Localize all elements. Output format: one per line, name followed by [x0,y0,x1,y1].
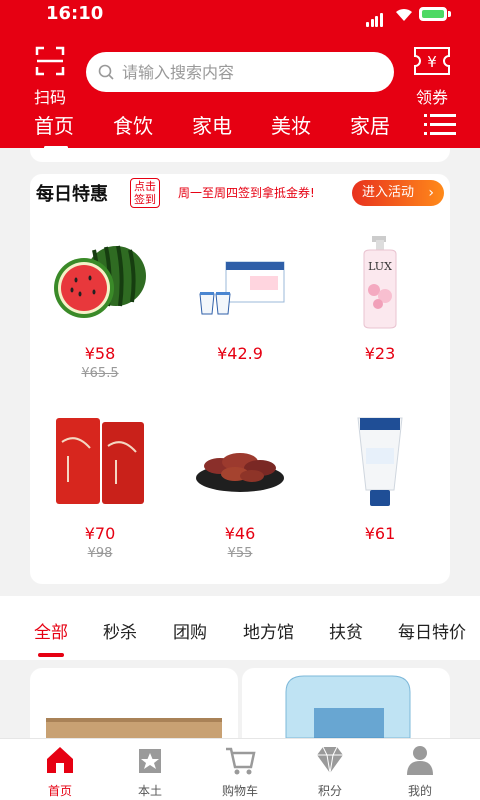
product-price: ¥46 [224,524,256,543]
daily-deals-card: 每日特惠 点击 签到 周一至周四签到拿抵金券! 进入活动 › ¥58 ¥65.5 [30,174,450,584]
water-bottle-image [285,675,411,738]
signal-icon [366,8,384,27]
wifi-icon [396,8,412,21]
tab-flash-sale[interactable]: 秒杀 [103,618,137,643]
scan-label: 扫码 [33,88,66,107]
star-badge-icon [139,749,161,773]
previous-card [30,148,450,162]
checkin-badge[interactable]: 点击 签到 [130,178,160,208]
product-card[interactable]: LUX ¥23 [310,232,450,392]
coupon-icon: ¥ [414,47,450,75]
checkin-promo-text: 周一至周四签到拿抵金券! [178,186,315,200]
nav-home[interactable]: 首页 [20,743,100,799]
coupon-label: 领券 [415,88,448,107]
cart-icon [226,747,256,775]
search-bar[interactable] [86,52,394,92]
category-tab-food[interactable]: 食饮 [113,110,153,139]
scan-button[interactable]: 扫码 [28,46,72,108]
svg-text:¥: ¥ [427,53,437,71]
product-original-price: ¥98 [87,546,113,561]
category-tab-appliance[interactable]: 家电 [192,110,232,139]
nav-cart[interactable]: 购物车 [200,743,280,799]
tea-bag-image [56,418,144,504]
lux-bottle-image: LUX [363,236,397,329]
product-card[interactable] [242,668,450,738]
coupon-button[interactable]: ¥ 领券 [412,46,452,108]
product-price: ¥42.9 [217,344,263,363]
tab-all[interactable]: 全部 [34,618,68,657]
nav-mine[interactable]: 我的 [380,743,460,799]
category-tab-beauty[interactable]: 美妆 [271,110,311,139]
daily-deals-title: 每日特惠 [36,184,108,205]
product-card[interactable]: ¥42.9 [170,232,310,392]
product-price: ¥23 [364,344,396,363]
bottom-navigation: 首页 本土 购物车 积分 我的 [0,738,480,800]
product-original-price: ¥55 [227,546,253,561]
carton-box-image [46,718,222,738]
diamond-icon [317,746,343,774]
product-price: ¥58 [84,344,116,363]
search-icon [98,64,114,80]
cream-tube-image [357,417,403,506]
product-original-price: ¥65.5 [81,366,119,381]
nav-points[interactable]: 积分 [290,743,370,799]
product-filter-tabs: 全部 秒杀 团购 地方馆 扶贫 每日特价 [0,596,480,660]
category-nav: 首页 食饮 家电 美妆 家居 [0,110,480,149]
product-card[interactable]: ¥61 [310,412,450,572]
status-time: 16:10 [46,3,104,24]
menu-icon[interactable] [424,114,456,141]
sweet-potato-image [196,453,284,492]
category-tab-home[interactable]: 首页 [34,110,74,149]
enter-activity-button[interactable]: 进入活动 › [352,180,444,206]
nav-local[interactable]: 本土 [110,743,190,799]
status-bar: 16:10 [0,0,480,30]
scan-icon [35,46,65,76]
yogurt-box-image [199,261,285,315]
product-card[interactable]: ¥46 ¥55 [170,412,310,572]
tab-group-buy[interactable]: 团购 [173,618,207,643]
product-price: ¥61 [364,524,396,543]
watermelon-image [54,245,146,318]
tab-poverty-relief[interactable]: 扶贫 [329,618,363,643]
user-icon [407,746,433,775]
svg-text:LUX: LUX [368,260,392,273]
tab-daily-special[interactable]: 每日特价 [398,618,466,643]
product-card[interactable] [30,668,238,738]
tab-local-pavilion[interactable]: 地方馆 [243,618,294,643]
chevron-right-icon: › [428,185,434,201]
header: 16:10 扫码 ¥ 领券 首页 食饮 家电 美妆 [0,0,480,149]
category-tab-home-goods[interactable]: 家居 [350,110,390,139]
product-card[interactable]: ¥70 ¥98 [30,412,170,572]
product-price: ¥70 [84,524,116,543]
search-input[interactable] [122,52,382,92]
product-card[interactable]: ¥58 ¥65.5 [30,232,170,392]
battery-icon [419,7,447,21]
home-icon [47,747,73,773]
